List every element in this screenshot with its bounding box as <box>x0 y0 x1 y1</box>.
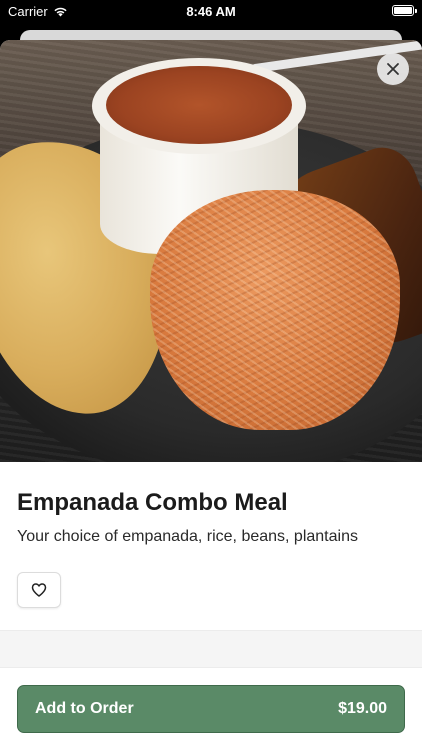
battery-icon <box>392 5 417 16</box>
close-icon <box>387 63 399 75</box>
price-label: $19.00 <box>338 700 387 717</box>
item-description: Your choice of empanada, rice, beans, pl… <box>17 528 358 545</box>
heart-icon <box>31 583 47 597</box>
soup-shape <box>106 66 292 144</box>
rice-shape <box>150 190 400 430</box>
item-detail-sheet: Empanada Combo Meal Your choice of empan… <box>0 40 422 750</box>
add-to-order-label: Add to Order <box>35 700 134 717</box>
status-bar: Carrier 8:46 AM <box>0 0 422 24</box>
favorite-button[interactable] <box>17 572 61 608</box>
add-to-order-button[interactable]: Add to Order $19.00 <box>17 685 405 733</box>
screen: Carrier 8:46 AM Empanada Combo Meal Your… <box>0 0 422 750</box>
item-image <box>0 40 422 462</box>
item-title: Empanada Combo Meal <box>17 489 288 516</box>
status-time: 8:46 AM <box>186 4 236 19</box>
item-info: Empanada Combo Meal Your choice of empan… <box>0 462 422 608</box>
section-divider <box>0 630 422 668</box>
close-button[interactable] <box>377 53 409 85</box>
